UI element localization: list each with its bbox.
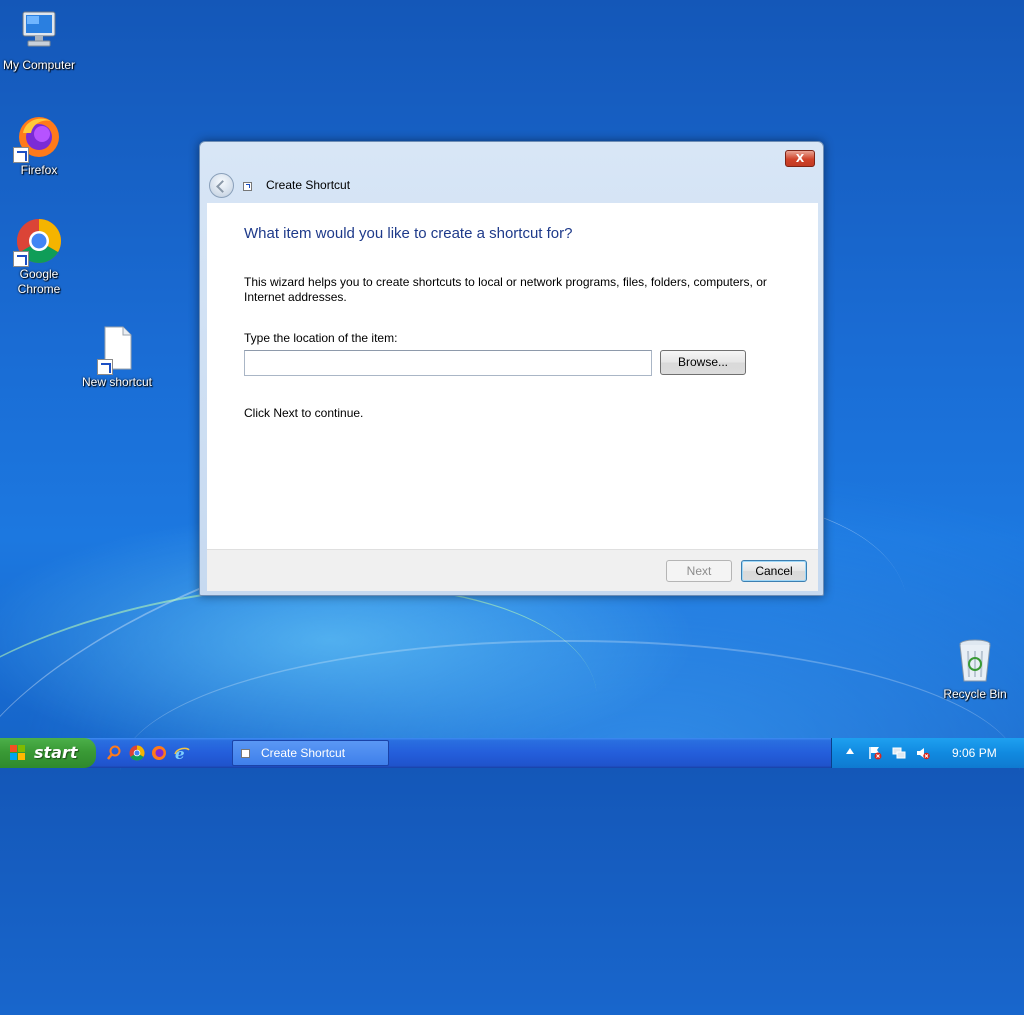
- wizard-footer: Next Cancel: [207, 549, 818, 591]
- wizard-content: What item would you like to create a sho…: [207, 203, 818, 549]
- shortcut-file-icon: [93, 325, 141, 375]
- wallpaper-swoosh: [120, 640, 1020, 902]
- system-tray: 9:06 PM: [831, 738, 1024, 768]
- next-button[interactable]: Next: [666, 560, 732, 582]
- firefox-icon: [13, 113, 63, 163]
- shortcut-arrow-icon: [97, 359, 113, 375]
- cancel-button[interactable]: Cancel: [741, 560, 807, 582]
- back-arrow-icon[interactable]: [209, 173, 234, 198]
- chrome-icon: [13, 217, 63, 267]
- search-icon[interactable]: [106, 745, 122, 761]
- firefox-icon[interactable]: [151, 745, 167, 761]
- taskbar-button-create-shortcut[interactable]: Create Shortcut: [232, 740, 389, 766]
- start-button[interactable]: start: [0, 738, 96, 768]
- internet-explorer-icon[interactable]: e: [174, 745, 190, 763]
- shortcut-icon: [241, 749, 250, 758]
- svg-text:e: e: [175, 745, 185, 761]
- start-label: start: [34, 743, 78, 762]
- continue-hint: Click Next to continue.: [244, 406, 364, 420]
- volume-muted-icon[interactable]: [916, 746, 930, 760]
- desktop-icon-recycle-bin[interactable]: Recycle Bin: [933, 637, 1017, 702]
- taskbar: start e Create Shortcut 9:06 PM: [0, 738, 1024, 768]
- desktop-icon-label: Google Chrome: [17, 267, 61, 296]
- windows-logo-icon: [10, 745, 26, 761]
- shortcut-icon: [243, 182, 252, 191]
- desktop-icon-my-computer[interactable]: My Computer: [0, 8, 81, 73]
- computer-icon: [15, 8, 63, 56]
- create-shortcut-dialog: X Create Shortcut What item would you li…: [199, 141, 824, 596]
- taskbar-button-label: Create Shortcut: [261, 746, 346, 760]
- close-button[interactable]: X: [785, 150, 815, 167]
- clock[interactable]: 9:06 PM: [952, 738, 997, 768]
- desktop-icon-new-shortcut[interactable]: New shortcut: [75, 325, 159, 390]
- desktop-icon-label: New shortcut: [81, 375, 153, 389]
- network-icon[interactable]: [892, 746, 906, 760]
- desktop-icon-label: My Computer: [2, 58, 76, 72]
- wizard-description: This wizard helps you to create shortcut…: [244, 275, 767, 304]
- dialog-title: Create Shortcut: [266, 178, 351, 192]
- shortcut-arrow-icon: [13, 147, 29, 163]
- browse-button[interactable]: Browse...: [660, 350, 746, 375]
- desktop-icon-google-chrome[interactable]: Google Chrome: [0, 217, 81, 297]
- action-center-icon[interactable]: [868, 746, 882, 760]
- desktop-icon-firefox[interactable]: Firefox: [0, 113, 81, 178]
- chrome-icon[interactable]: [129, 745, 145, 761]
- recycle-bin-icon: [951, 637, 999, 685]
- show-hidden-icons-icon[interactable]: [846, 748, 854, 754]
- wizard-heading: What item would you like to create a sho…: [244, 225, 573, 242]
- desktop-icon-label: Firefox: [20, 163, 58, 177]
- location-input[interactable]: [244, 350, 652, 376]
- desktop-icon-label: Recycle Bin: [943, 687, 1007, 701]
- shortcut-arrow-icon: [13, 251, 29, 267]
- location-label: Type the location of the item:: [244, 331, 398, 345]
